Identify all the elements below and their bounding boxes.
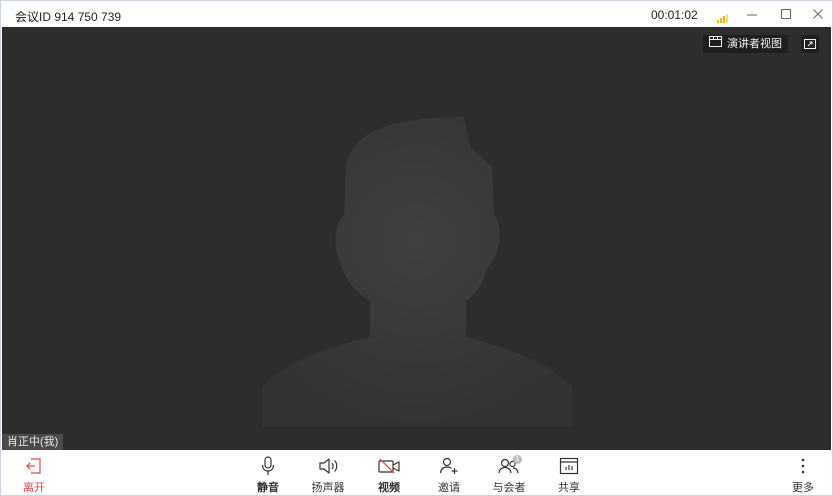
participants-icon	[484, 455, 534, 477]
video-off-icon	[364, 455, 414, 477]
presenter-view-label: 演讲者视图	[727, 38, 782, 50]
microphone-icon	[243, 455, 293, 477]
fullscreen-icon	[804, 39, 816, 49]
speaker-button[interactable]: 扬声器	[303, 455, 353, 495]
invite-button[interactable]: 邀请	[424, 455, 474, 495]
fullscreen-button[interactable]	[801, 35, 819, 53]
more-vertical-icon	[778, 455, 828, 477]
video-button[interactable]: 视频	[364, 455, 414, 495]
maximize-icon	[781, 9, 791, 19]
video-label: 视频	[378, 482, 400, 494]
meeting-toolbar: 离开 静音 扬声器 视频 邀请 1 与会者 共享 更多	[1, 450, 832, 495]
minimize-icon	[747, 14, 757, 16]
avatar-placeholder-icon	[262, 117, 572, 427]
invite-user-icon	[424, 455, 474, 477]
presenter-view-button[interactable]: 演讲者视图	[703, 35, 788, 53]
mute-label: 静音	[257, 482, 279, 494]
close-icon	[813, 9, 823, 19]
leave-button[interactable]: 离开	[9, 455, 59, 495]
meeting-timer: 00:01:02	[651, 8, 698, 22]
speaker-label: 扬声器	[311, 482, 345, 494]
signal-strength-icon	[717, 10, 731, 23]
share-button[interactable]: 共享	[544, 455, 594, 495]
speaker-icon	[303, 455, 353, 477]
meeting-id: 会议ID 914 750 739	[15, 10, 122, 24]
minimize-button[interactable]	[741, 5, 763, 23]
mute-button[interactable]: 静音	[243, 455, 293, 495]
close-button[interactable]	[807, 5, 829, 23]
title-bar: 会议ID 914 750 739 00:01:02	[1, 1, 832, 27]
invite-label: 邀请	[438, 482, 460, 494]
share-label: 共享	[558, 482, 580, 494]
participants-count-badge: 1	[513, 455, 522, 464]
more-button[interactable]: 更多	[778, 455, 828, 495]
leave-icon	[9, 455, 59, 477]
maximize-button[interactable]	[775, 5, 797, 23]
participant-name-tag: 肖正中(我)	[2, 434, 64, 450]
participants-label: 与会者	[492, 482, 526, 494]
participants-button[interactable]: 1 与会者	[484, 455, 534, 495]
meeting-window: 会议ID 914 750 739 00:01:02 演讲者视图 肖正中(我) 离…	[0, 0, 833, 496]
share-screen-icon	[544, 455, 594, 477]
more-label: 更多	[792, 482, 814, 494]
presenter-view-icon	[709, 35, 722, 53]
video-area: 演讲者视图 肖正中(我)	[2, 27, 831, 450]
leave-label: 离开	[23, 482, 45, 494]
